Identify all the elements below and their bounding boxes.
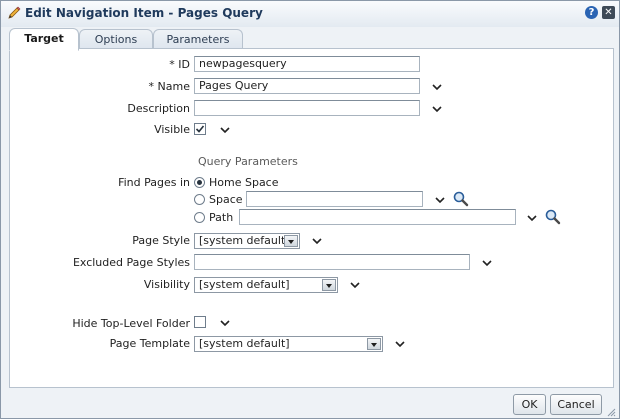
page-style-select[interactable]: [system default] <box>194 233 300 249</box>
name-field[interactable] <box>194 78 420 94</box>
excluded-page-styles-field[interactable] <box>194 254 470 270</box>
home-space-radio[interactable] <box>194 177 205 188</box>
dropdown-arrow-icon <box>322 279 336 291</box>
resize-grip-icon[interactable] <box>606 407 616 417</box>
home-space-option-label: Home Space <box>209 176 279 189</box>
page-style-value: [system default] <box>199 234 290 247</box>
path-radio[interactable] <box>194 212 205 223</box>
hide-top-level-folder-label: Hide Top-Level Folder <box>72 317 190 330</box>
chevron-down-icon[interactable] <box>527 214 537 222</box>
tab-options[interactable]: Options <box>79 29 153 50</box>
page-template-label: Page Template <box>109 337 190 350</box>
visible-label: Visible <box>154 123 190 136</box>
query-parameters-heading: Query Parameters <box>198 155 298 168</box>
visibility-value: [system default] <box>199 278 290 291</box>
cancel-button[interactable]: Cancel <box>550 394 602 415</box>
chevron-down-icon[interactable] <box>432 83 442 91</box>
search-icon[interactable] <box>452 191 470 207</box>
search-icon[interactable] <box>544 209 562 225</box>
chevron-down-icon[interactable] <box>435 196 445 204</box>
hide-top-level-folder-checkbox[interactable] <box>194 316 206 328</box>
path-field[interactable] <box>239 209 516 225</box>
excluded-page-styles-label: Excluded Page Styles <box>72 256 190 269</box>
chevron-down-icon[interactable] <box>395 340 405 348</box>
visibility-label: Visibility <box>143 278 190 291</box>
chevron-down-icon[interactable] <box>432 105 442 113</box>
close-icon[interactable]: ✕ <box>602 6 615 19</box>
pencil-icon <box>8 6 21 19</box>
chevron-down-icon[interactable] <box>220 126 230 134</box>
page-template-value: [system default] <box>199 337 290 350</box>
required-mark: * <box>148 80 155 93</box>
ok-button[interactable]: OK <box>513 394 546 415</box>
tab-parameters[interactable]: Parameters <box>153 29 243 50</box>
chevron-down-icon[interactable] <box>220 319 230 327</box>
edit-navigation-item-dialog: Edit Navigation Item - Pages Query ? ✕ T… <box>0 0 620 419</box>
dialog-titlebar: Edit Navigation Item - Pages Query ? ✕ <box>1 1 619 27</box>
find-pages-label: Find Pages in <box>118 176 190 189</box>
id-field[interactable] <box>194 56 420 72</box>
space-radio[interactable] <box>194 194 205 205</box>
page-template-select[interactable]: [system default] <box>194 336 383 352</box>
name-label: * Name <box>148 80 190 93</box>
visibility-select[interactable]: [system default] <box>194 277 338 293</box>
tab-target[interactable]: Target <box>9 28 79 51</box>
space-option-label: Space <box>209 193 243 206</box>
description-field[interactable] <box>194 100 420 116</box>
chevron-down-icon[interactable] <box>350 281 360 289</box>
dropdown-arrow-icon <box>367 338 381 350</box>
visible-checkbox[interactable] <box>194 123 206 135</box>
dialog-title: Edit Navigation Item - Pages Query <box>25 6 263 20</box>
space-field[interactable] <box>246 191 423 207</box>
dropdown-arrow-icon <box>284 235 298 247</box>
chevron-down-icon[interactable] <box>312 237 322 245</box>
chevron-down-icon[interactable] <box>482 259 492 267</box>
required-mark: * <box>169 58 175 71</box>
page-style-label: Page Style <box>132 234 190 247</box>
id-label: * ID <box>169 58 190 71</box>
description-label: Description <box>127 102 190 115</box>
help-icon[interactable]: ? <box>585 6 598 19</box>
checkmark-icon <box>195 125 205 133</box>
path-option-label: Path <box>209 211 234 224</box>
